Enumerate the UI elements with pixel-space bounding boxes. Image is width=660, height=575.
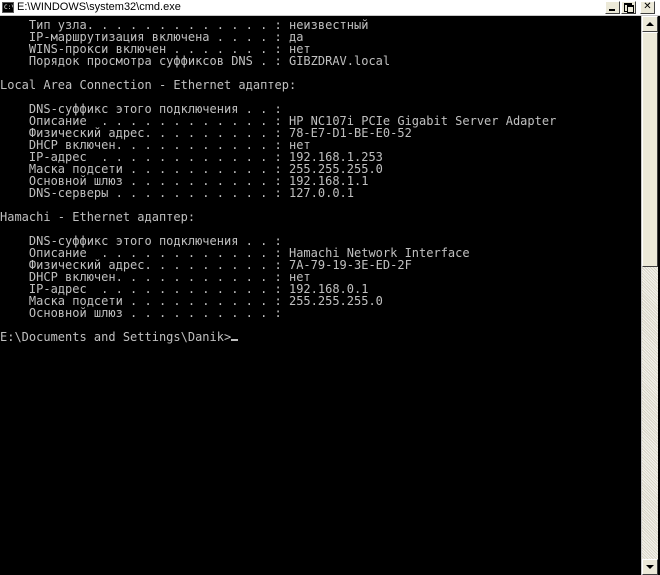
prompt-line[interactable]: E:\Documents and Settings\Danik> <box>0 331 556 343</box>
console-text: Тип узла. . . . . . . . . . . . . : неиз… <box>0 19 556 343</box>
arrow-up-icon <box>646 22 654 26</box>
cmd-window: C:\ E:\WINDOWS\system32\cmd.exe ✕ Тип уз… <box>0 0 660 575</box>
close-button[interactable]: ✕ <box>640 1 655 14</box>
console-line: Hamachi - Ethernet адаптер: <box>0 210 196 224</box>
scrollbar-thumb[interactable] <box>642 32 658 267</box>
minimize-button[interactable] <box>605 1 620 14</box>
console-line: Основной шлюз . . . . . . . . . . : <box>0 306 282 320</box>
close-icon: ✕ <box>643 1 652 12</box>
console-line: Порядок просмотра суффиксов DNS . : GIBZ… <box>0 54 391 68</box>
command-prompt: E:\Documents and Settings\Danik> <box>0 330 232 344</box>
console-output[interactable]: Тип узла. . . . . . . . . . . . . : неиз… <box>0 16 640 575</box>
minimize-icon <box>609 9 615 11</box>
arrow-down-icon <box>646 565 654 569</box>
console-line: Local Area Connection - Ethernet адаптер… <box>0 78 297 92</box>
text-cursor <box>231 339 239 341</box>
cmd-app-icon[interactable]: C:\ <box>2 2 14 13</box>
restore-icon <box>627 5 634 13</box>
restore-button[interactable] <box>621 1 636 14</box>
vertical-scrollbar[interactable] <box>641 16 658 575</box>
scroll-down-button[interactable] <box>642 559 658 575</box>
console-line: DNS-серверы . . . . . . . . . . . : 127.… <box>0 186 355 200</box>
window-title: E:\WINDOWS\system32\cmd.exe <box>17 1 181 13</box>
scroll-up-button[interactable] <box>642 16 658 32</box>
title-bar[interactable]: C:\ E:\WINDOWS\system32\cmd.exe ✕ <box>0 0 660 16</box>
